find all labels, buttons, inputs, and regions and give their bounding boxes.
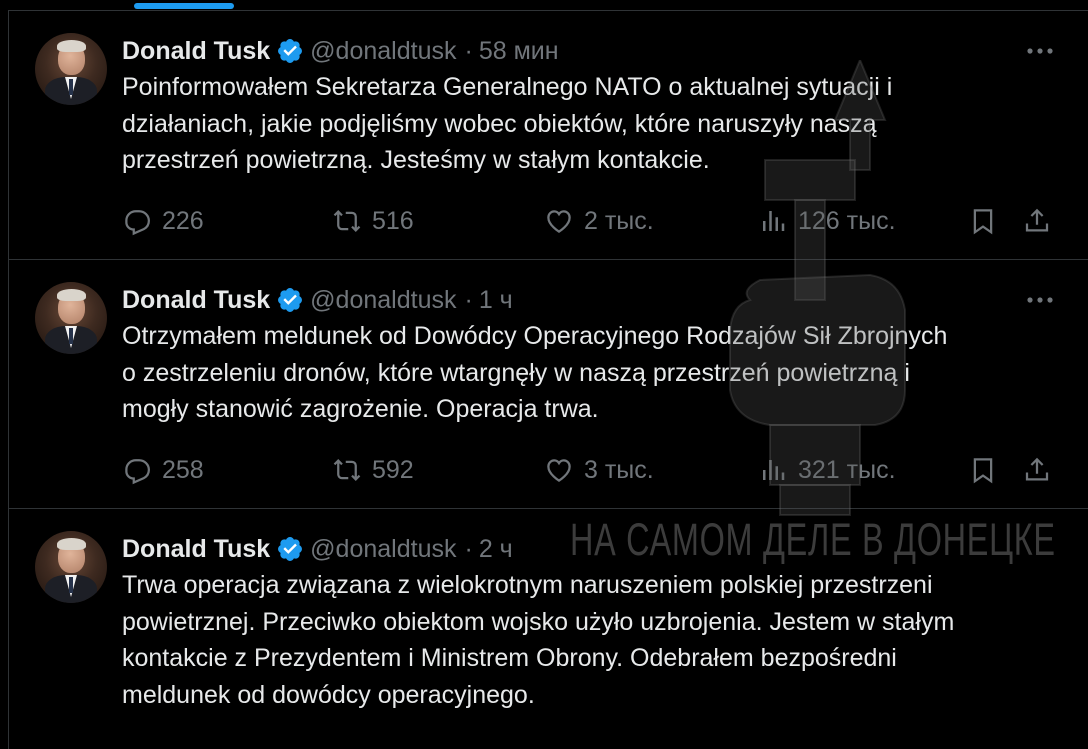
tweet-text: Poinformowałem Sekretarza Generalnego NA… — [122, 73, 893, 174]
heart-icon — [547, 459, 571, 482]
retweet-icon — [333, 459, 361, 481]
reply-icon — [125, 210, 151, 236]
heart-icon — [547, 210, 571, 233]
retweet-icon — [333, 210, 361, 232]
verified-badge-icon — [278, 39, 303, 63]
views-button[interactable]: 321 тыс. — [758, 450, 896, 490]
separator: · — [464, 534, 473, 563]
view-count: 126 тыс. — [798, 206, 896, 235]
timestamp[interactable]: 58 мин — [479, 37, 559, 66]
views-chart-icon — [763, 211, 785, 231]
retweet-button[interactable]: 592 — [332, 450, 414, 490]
reply-button[interactable]: 226 — [122, 201, 204, 241]
verified-badge-icon — [278, 537, 303, 561]
share-icon — [1025, 457, 1049, 481]
author-handle[interactable]: @donaldtusk — [310, 535, 456, 564]
timestamp[interactable]: 2 ч — [479, 535, 513, 564]
author-name[interactable]: Donald Tusk — [122, 535, 270, 564]
like-button[interactable]: 2 тыс. — [544, 201, 654, 241]
tweet-text: Otrzymałem meldunek od Dowódcy Operacyjn… — [122, 322, 948, 423]
separator: · — [464, 285, 473, 314]
author-name[interactable]: Donald Tusk — [122, 286, 270, 315]
bookmark-button[interactable] — [968, 201, 998, 241]
separator: · — [464, 36, 473, 65]
bookmark-icon — [973, 458, 993, 484]
share-button[interactable] — [1022, 201, 1052, 241]
timeline-feed[interactable]: Donald Tusk @donaldtusk · 58 мин Poinfor… — [8, 11, 1088, 749]
share-button[interactable] — [1022, 450, 1052, 490]
tweet-header: Donald Tusk @donaldtusk · 2 ч — [122, 531, 1064, 567]
tweet[interactable]: Donald Tusk @donaldtusk · 58 мин Poinfor… — [8, 11, 1088, 260]
tweet-header: Donald Tusk @donaldtusk · 1 ч — [122, 282, 1064, 318]
more-horizontal-icon[interactable] — [1022, 286, 1058, 314]
tweet-actions: 226 516 2 тыс. 126 тыс. — [122, 201, 1058, 241]
author-name[interactable]: Donald Tusk — [122, 37, 270, 66]
more-horizontal-icon[interactable] — [1022, 37, 1058, 65]
retweet-count: 592 — [372, 455, 414, 484]
reply-count: 226 — [162, 206, 204, 235]
view-count: 321 тыс. — [798, 455, 896, 484]
reply-count: 258 — [162, 455, 204, 484]
reply-icon — [125, 459, 151, 485]
avatar[interactable] — [35, 282, 107, 354]
tweet-header: Donald Tusk @donaldtusk · 58 мин — [122, 33, 1064, 69]
tweet-actions: 258 592 3 тыс. 321 тыс. — [122, 450, 1058, 490]
bookmark-icon — [973, 209, 993, 235]
author-handle[interactable]: @donaldtusk — [310, 37, 456, 66]
author-handle[interactable]: @donaldtusk — [310, 286, 456, 315]
views-chart-icon — [763, 460, 785, 480]
timestamp[interactable]: 1 ч — [479, 286, 513, 315]
avatar[interactable] — [35, 33, 107, 105]
tweet-text: Trwa operacja związana z wielokrotnym na… — [122, 571, 955, 709]
tweet[interactable]: Donald Tusk @donaldtusk · 1 ч Otrzymałem… — [8, 260, 1088, 509]
verified-badge-icon — [278, 288, 303, 312]
avatar[interactable] — [35, 531, 107, 603]
retweet-count: 516 — [372, 206, 414, 235]
retweet-button[interactable]: 516 — [332, 201, 414, 241]
like-button[interactable]: 3 тыс. — [544, 450, 654, 490]
reply-button[interactable]: 258 — [122, 450, 204, 490]
tweet[interactable]: Donald Tusk @donaldtusk · 2 ч Trwa opera… — [8, 509, 1088, 749]
active-tab-indicator — [134, 3, 234, 9]
share-icon — [1025, 208, 1049, 232]
like-count: 3 тыс. — [584, 455, 654, 484]
bookmark-button[interactable] — [968, 450, 998, 490]
views-button[interactable]: 126 тыс. — [758, 201, 896, 241]
like-count: 2 тыс. — [584, 206, 654, 235]
